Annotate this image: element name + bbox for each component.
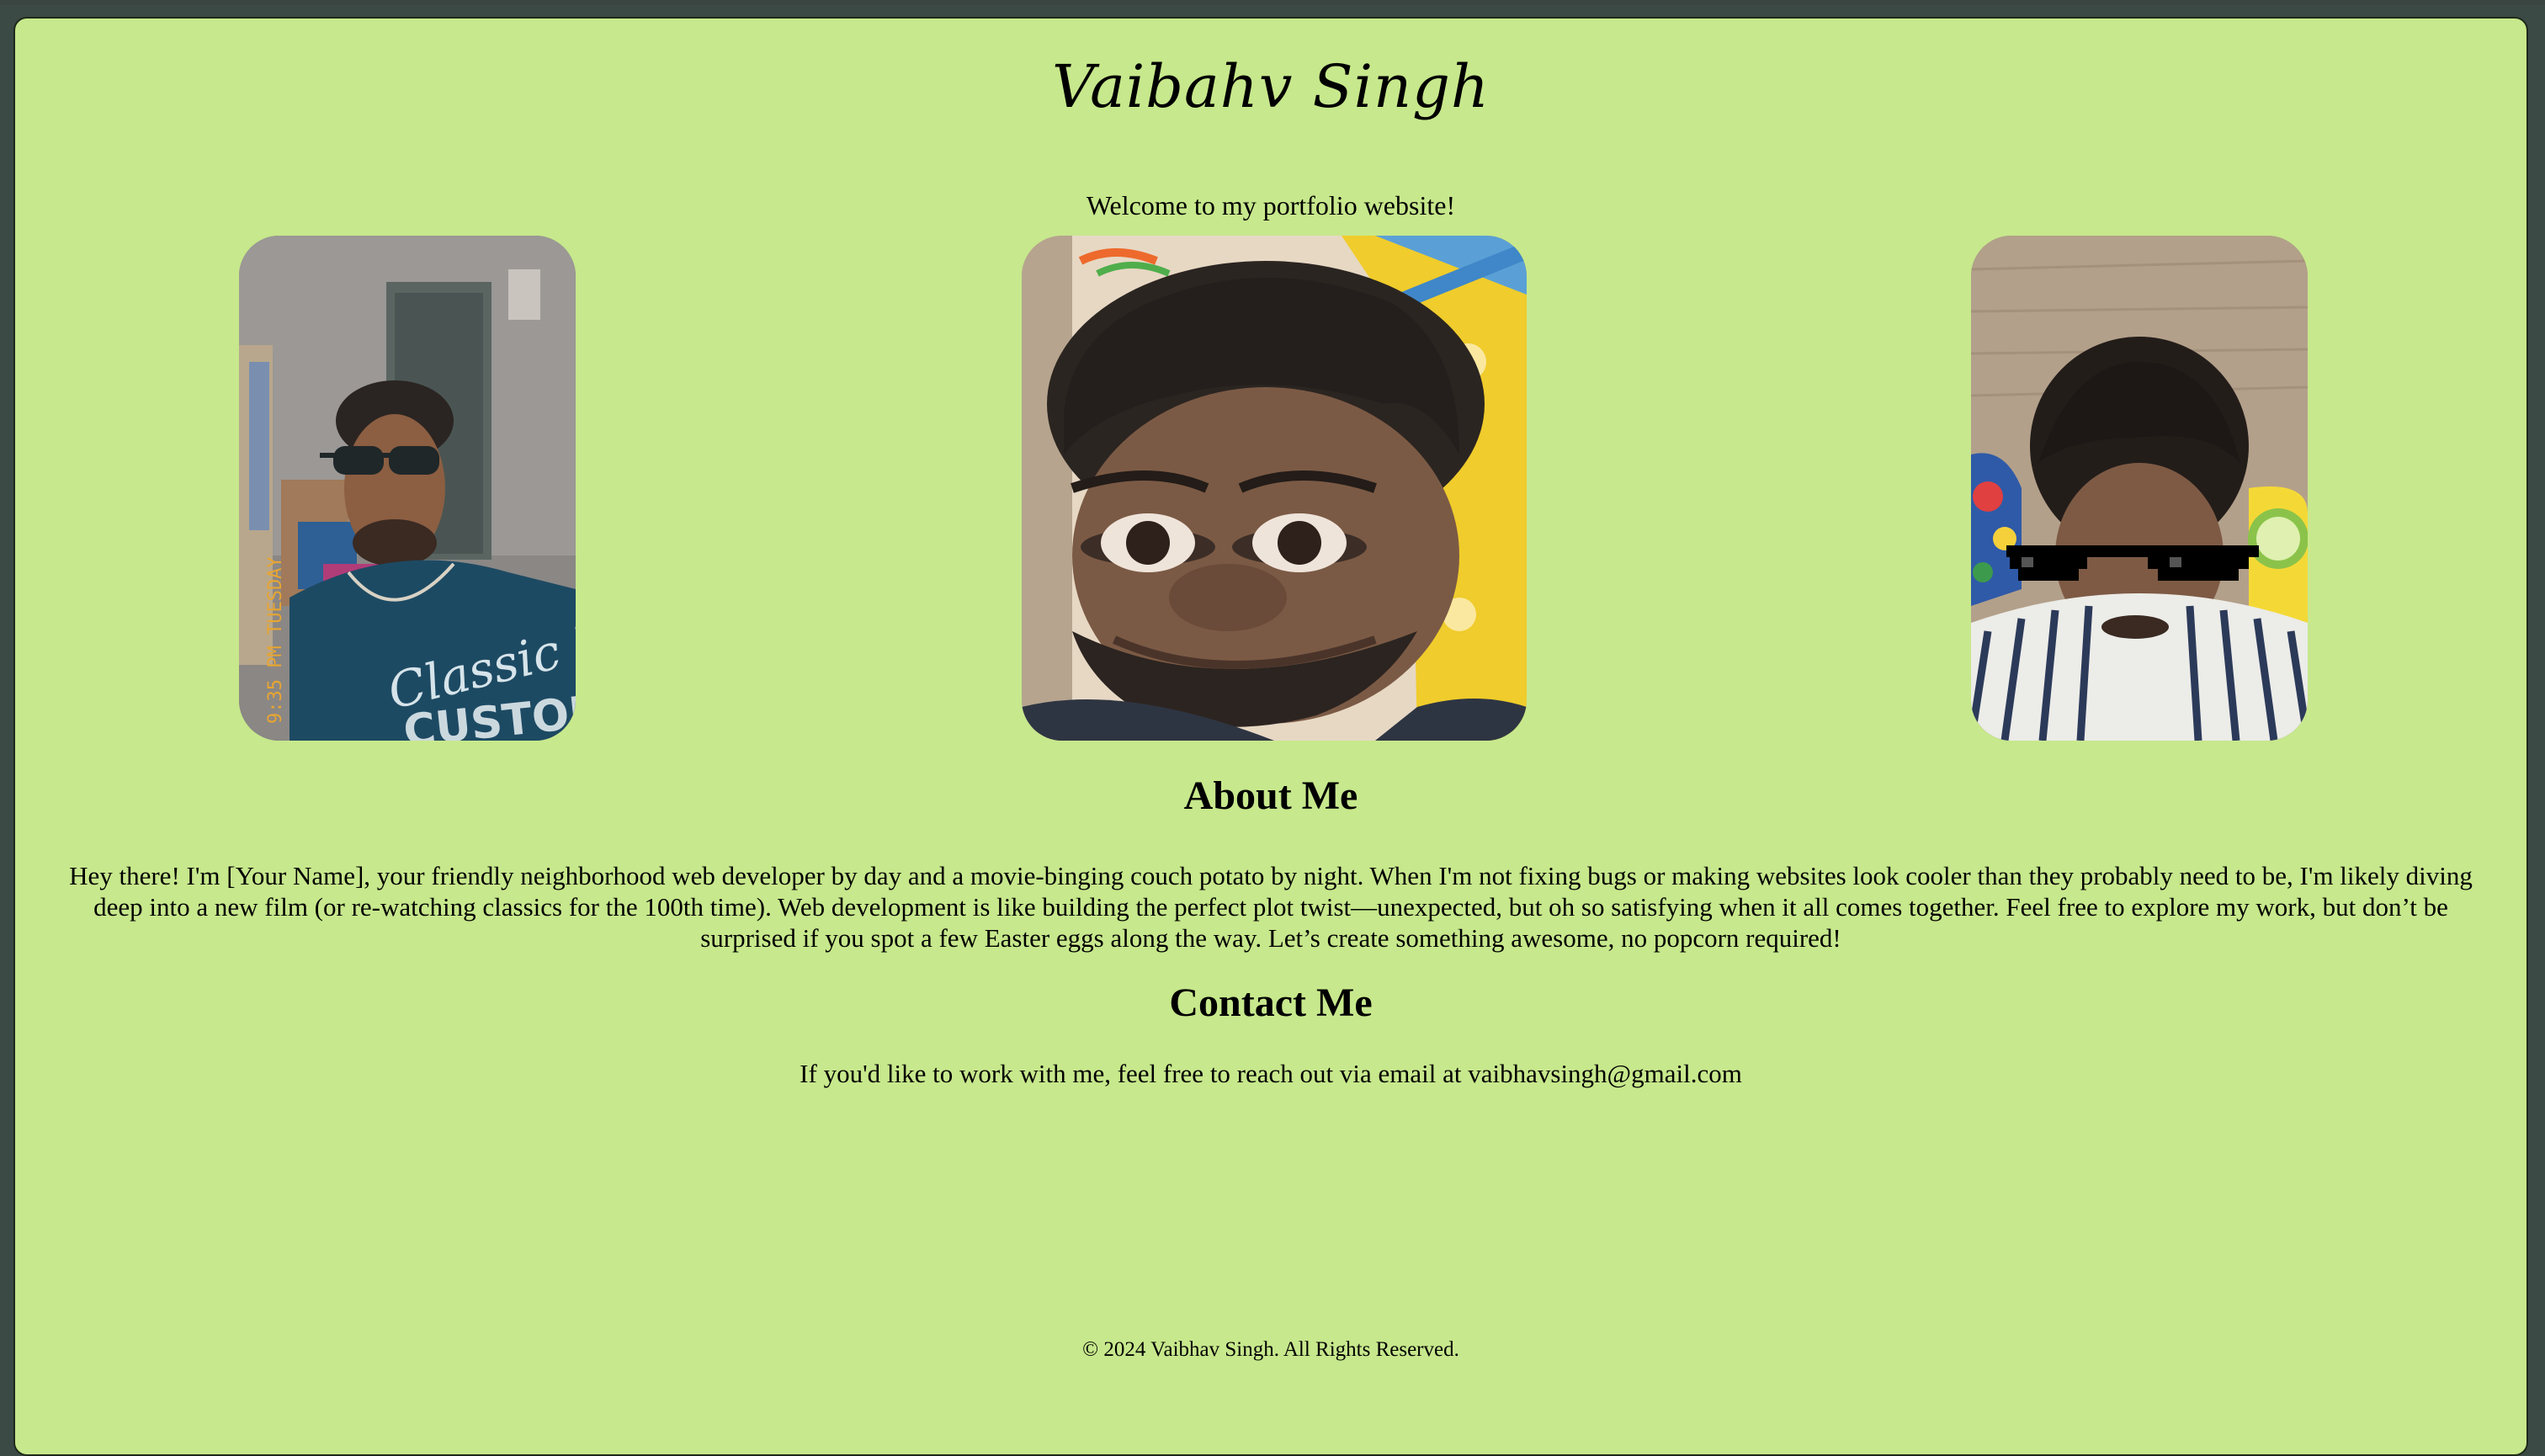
profile-photo-3	[1971, 236, 2308, 741]
portrait-photo-face-warp	[1022, 236, 1527, 741]
footer-copyright: © 2024 Vaibhav Singh. All Rights Reserve…	[1082, 1338, 1459, 1361]
about-heading: About Me	[1183, 773, 1358, 818]
portrait-photo-sunglasses: Classic Mo CUSTON 9:35 PM TUESDAY	[239, 236, 576, 741]
about-paragraph: Hey there! I'm [Your Name], your friendl…	[69, 861, 2473, 953]
profile-photo-1: Classic Mo CUSTON 9:35 PM TUESDAY	[239, 236, 576, 741]
profile-photo-2	[1022, 236, 1527, 741]
photo-timestamp-overlay: 9:35 PM TUESDAY	[265, 556, 286, 724]
portrait-photo-pixel-glasses	[1971, 236, 2308, 741]
welcome-message: Welcome to my portfolio website!	[1086, 190, 1456, 221]
contact-paragraph: If you'd like to work with me, feel free…	[800, 1059, 1742, 1088]
contact-heading: Contact Me	[1169, 980, 1373, 1025]
browser-top-edge	[0, 0, 2545, 5]
page-container: Vaibahv Singh Welcome to my portfolio we…	[13, 17, 2528, 1456]
site-title: Vaibahv Singh	[1052, 52, 1490, 121]
